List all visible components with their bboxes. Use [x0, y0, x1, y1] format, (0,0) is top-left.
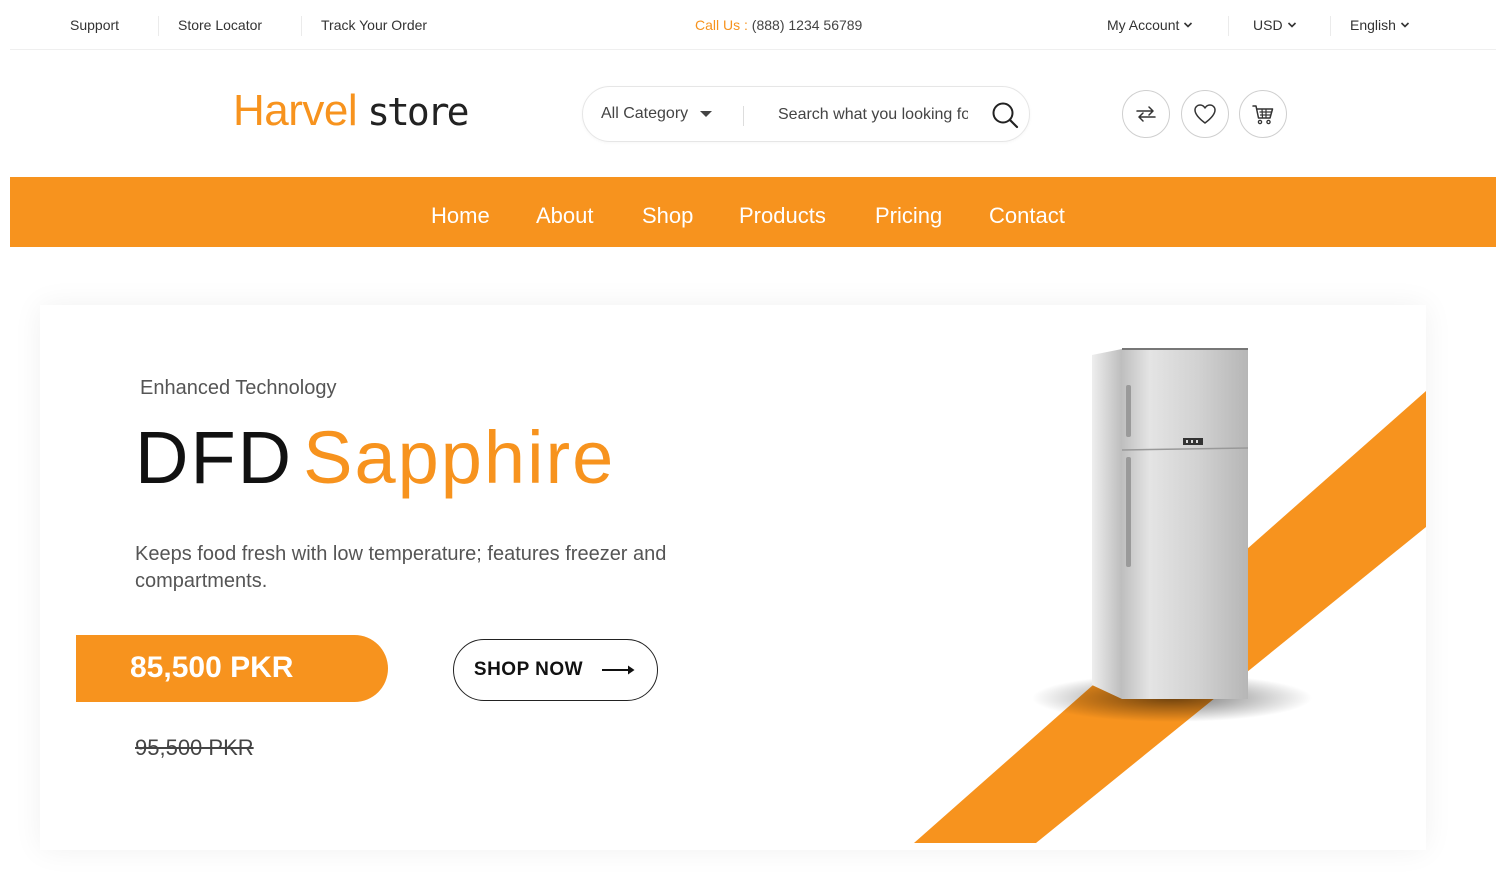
nav-shop[interactable]: Shop	[642, 203, 693, 229]
logo-main-text: Harvel	[233, 86, 358, 135]
cart-button[interactable]	[1239, 90, 1287, 138]
hero-description: Keeps food fresh with low temperature; f…	[135, 543, 667, 592]
nav-about[interactable]: About	[536, 203, 594, 229]
currency-label: USD	[1253, 17, 1283, 33]
language-dropdown[interactable]: English	[1350, 17, 1410, 33]
category-dropdown[interactable]: All Category	[601, 105, 713, 123]
store-logo[interactable]: Harvel store	[233, 86, 470, 136]
logo-sub-text: store	[367, 90, 469, 134]
refrigerator-image	[1092, 348, 1249, 699]
divider	[1330, 16, 1331, 36]
divider	[301, 16, 302, 36]
divider	[1228, 16, 1229, 36]
call-us-info: Call Us : (888) 1234 56789	[695, 17, 862, 33]
call-us-label: Call Us :	[695, 17, 748, 33]
my-account-label: My Account	[1107, 17, 1180, 33]
track-order-link[interactable]: Track Your Order	[321, 17, 427, 33]
chevron-down-icon	[1184, 22, 1193, 28]
hero-title-dark: DFD	[135, 416, 294, 499]
cart-icon	[1252, 105, 1274, 125]
chevron-down-icon	[1400, 22, 1409, 28]
search-bar: All Category	[582, 86, 1030, 142]
currency-dropdown[interactable]: USD	[1253, 17, 1297, 33]
hero-title-accent: Sapphire	[303, 416, 616, 499]
price-badge: 85,500 PKR	[76, 635, 388, 702]
search-icon	[992, 102, 1019, 129]
old-price: 95,500 PKR	[135, 735, 254, 760]
main-nav: Home About Shop Products Pricing Contact	[10, 177, 1496, 247]
category-label: All Category	[601, 105, 689, 122]
call-us-number: (888) 1234 56789	[747, 17, 863, 33]
hero-title: DFD Sapphire	[135, 417, 615, 498]
divider	[158, 16, 159, 36]
store-locator-link[interactable]: Store Locator	[178, 17, 262, 33]
compare-button[interactable]	[1122, 90, 1170, 138]
wishlist-button[interactable]	[1181, 90, 1229, 138]
nav-home[interactable]: Home	[431, 203, 490, 229]
nav-pricing[interactable]: Pricing	[875, 203, 942, 229]
hero-kicker: Enhanced Technology	[140, 377, 337, 399]
compare-icon	[1136, 106, 1156, 122]
heart-icon	[1194, 104, 1216, 124]
current-price: 85,500 PKR	[130, 651, 294, 684]
my-account-dropdown[interactable]: My Account	[1107, 17, 1193, 33]
arrow-right-icon	[602, 665, 635, 675]
search-input[interactable]	[778, 101, 968, 129]
search-divider	[743, 106, 744, 126]
support-link[interactable]: Support	[70, 17, 119, 33]
shop-now-label: SHOP NOW	[473, 659, 584, 680]
language-label: English	[1350, 17, 1396, 33]
chevron-down-icon	[1287, 22, 1296, 28]
hero-banner: Enhanced Technology DFD Sapphire Keeps fo…	[40, 305, 1426, 850]
caret-down-icon	[700, 111, 713, 117]
nav-contact[interactable]: Contact	[989, 203, 1065, 229]
shop-now-button[interactable]: SHOP NOW	[453, 639, 658, 701]
search-button[interactable]	[987, 97, 1023, 133]
nav-products[interactable]: Products	[739, 203, 826, 229]
top-utility-bar: Support Store Locator Track Your Order C…	[10, 0, 1496, 50]
